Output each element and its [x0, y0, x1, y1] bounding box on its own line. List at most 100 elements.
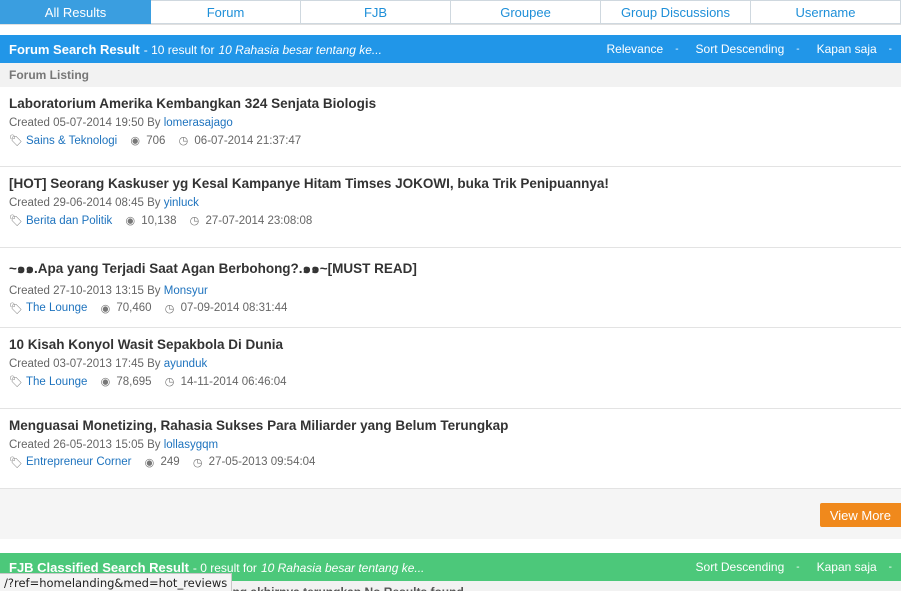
views-value: 249 — [160, 456, 180, 468]
clock-icon: ◷ — [189, 215, 200, 227]
forum-listing-label: Forum Listing — [0, 63, 901, 87]
clock-icon: ◷ — [178, 135, 189, 147]
tab-groupee[interactable]: Groupee — [451, 0, 601, 24]
tag-icon: 🏷︎ — [9, 456, 23, 469]
author-link[interactable]: yinluck — [164, 197, 199, 209]
thread-created: Created 26-05-2013 15:05 By lollasygqm — [9, 439, 892, 451]
views-count: ◉ 706 — [129, 134, 166, 148]
list-item: Menguasai Monetizing, Rahasia Sukses Par… — [0, 409, 901, 489]
time-filter-dropdown[interactable]: Kapan saja - — [817, 42, 892, 56]
last-post-value: 07-09-2014 08:31:44 — [180, 302, 288, 314]
category-link[interactable]: The Lounge — [26, 376, 87, 388]
sort-order-dropdown[interactable]: Sort Descending - — [696, 42, 800, 56]
eye-icon: ◉ — [100, 302, 111, 315]
view-more-button[interactable]: View More — [819, 503, 901, 527]
clock-icon: ◷ — [192, 456, 203, 469]
thread-created: Created 27-10-2013 13:15 By Monsyur — [9, 285, 892, 297]
category-link[interactable]: Entrepreneur Corner — [26, 456, 131, 468]
tag-icon: 🏷︎ — [9, 302, 23, 315]
last-post-value: 27-07-2014 23:08:08 — [205, 214, 313, 227]
clock-icon: ◷ — [164, 302, 175, 315]
last-post-time: ◷ 06-07-2014 21:37:47 — [177, 134, 302, 148]
last-post-value: 27-05-2013 09:54:04 — [208, 456, 316, 468]
status-bar-url: /?ref=homelanding&med=hot_reviews — [0, 573, 233, 591]
view-more-row: View More — [0, 489, 901, 539]
thread-title-link[interactable]: ~๑๑.Apa yang Terjadi Saat Agan Berbohong… — [9, 257, 892, 279]
category-link[interactable]: The Lounge — [26, 302, 87, 314]
thread-created: Created 05-07-2014 19:50 By lomerasajago — [9, 117, 892, 129]
category-link[interactable]: Sains & Teknologi — [26, 135, 117, 147]
sort-order-label: Sort Descending — [695, 42, 785, 56]
views-value: 10,138 — [141, 214, 177, 227]
thread-title-link[interactable]: [HOT] Seorang Kaskuser yg Kesal Kampanye… — [9, 176, 892, 191]
tag-icon: 🏷︎ — [9, 135, 23, 147]
thread-title-link[interactable]: 10 Kisah Konyol Wasit Sepakbola Di Dunia — [9, 337, 892, 352]
search-tabs: All Results Forum FJB Groupee Group Disc… — [0, 0, 901, 25]
thread-title-link[interactable]: Menguasai Monetizing, Rahasia Sukses Par… — [9, 418, 892, 433]
forum-result-title: Forum Search Result — [9, 41, 140, 57]
author-link[interactable]: lomerasajago — [164, 117, 233, 129]
caret-down-icon: - — [796, 43, 800, 55]
sort-relevance-dropdown[interactable]: Relevance - — [607, 42, 679, 56]
last-post-value: 06-07-2014 21:37:47 — [194, 134, 302, 147]
views-value: 70,460 — [116, 302, 152, 314]
fjb-sort-order-label: Sort Descending — [695, 560, 785, 574]
eye-icon: ◉ — [144, 456, 155, 469]
created-text: Created 03-07-2013 17:45 By — [9, 358, 161, 370]
created-text: Created 27-10-2013 13:15 By — [9, 284, 161, 297]
thread-meta: 🏷︎ Entrepreneur Corner ◉ 249 ◷ 27-05-2013 … — [9, 456, 892, 469]
clock-icon: ◷ — [164, 376, 175, 388]
list-item: ~๑๑.Apa yang Terjadi Saat Agan Berbohong… — [0, 248, 901, 328]
tab-all-results[interactable]: All Results — [0, 0, 151, 24]
views-value: 78,695 — [116, 375, 152, 388]
caret-down-icon: - — [888, 43, 892, 55]
fjb-result-query: 10 Rahasia besar tentang ke... — [260, 560, 425, 575]
views-value: 706 — [146, 134, 166, 147]
thread-meta: 🏷︎ Sains & Teknologi ◉ 706 ◷ 06-07-2014 21… — [9, 134, 892, 148]
author-link[interactable]: Monsyur — [164, 285, 208, 297]
views-count: ◉ 78,695 — [99, 375, 152, 389]
forum-result-query: 10 Rahasia besar tentang ke... — [218, 42, 382, 57]
eye-icon: ◉ — [100, 376, 111, 388]
last-post-time: ◷ 27-07-2014 23:08:08 — [188, 214, 313, 228]
caret-down-icon: - — [675, 43, 679, 55]
list-item: Laboratorium Amerika Kembangkan 324 Senj… — [0, 87, 901, 167]
tab-forum[interactable]: Forum — [151, 0, 301, 24]
last-post-time: ◷ 07-09-2014 08:31:44 — [164, 302, 288, 315]
sort-relevance-label: Relevance — [606, 42, 664, 56]
eye-icon: ◉ — [125, 215, 136, 227]
thread-meta: 🏷︎ The Lounge ◉ 78,695 ◷ 14-11-2014 06:46:… — [9, 375, 892, 389]
tag-icon: 🏷︎ — [9, 215, 23, 227]
thread-title-link[interactable]: Laboratorium Amerika Kembangkan 324 Senj… — [9, 96, 892, 111]
thread-created: Created 29-06-2014 08:45 By yinluck — [9, 197, 892, 209]
views-count: ◉ 70,460 — [99, 302, 152, 315]
list-item: [HOT] Seorang Kaskuser yg Kesal Kampanye… — [0, 167, 901, 248]
caret-down-icon: - — [888, 561, 892, 573]
forum-results-list: Laboratorium Amerika Kembangkan 324 Senj… — [0, 87, 901, 489]
tab-fjb[interactable]: FJB — [301, 0, 451, 24]
created-text: Created 29-06-2014 08:45 By — [9, 197, 161, 209]
author-link[interactable]: ayunduk — [164, 358, 207, 370]
created-text: Created 26-05-2013 15:05 By — [9, 438, 161, 451]
fjb-time-filter-dropdown[interactable]: Kapan saja - — [817, 560, 892, 574]
caret-down-icon: - — [796, 561, 800, 573]
fjb-sort-order-dropdown[interactable]: Sort Descending - — [696, 560, 800, 574]
thread-meta: 🏷︎ Berita dan Politik ◉ 10,138 ◷ 27-07-201… — [9, 214, 892, 228]
last-post-value: 14-11-2014 06:46:04 — [180, 375, 287, 388]
last-post-time: ◷ 14-11-2014 06:46:04 — [164, 375, 287, 389]
fjb-time-filter-label: Kapan saja — [816, 560, 877, 574]
forum-result-count: - 10 result for — [143, 42, 215, 57]
list-item: 10 Kisah Konyol Wasit Sepakbola Di Dunia… — [0, 328, 901, 409]
views-count: ◉ 249 — [143, 456, 180, 469]
time-filter-label: Kapan saja — [816, 42, 877, 56]
author-link[interactable]: lollasygqm — [164, 439, 218, 451]
tag-icon: 🏷︎ — [9, 376, 23, 388]
forum-result-header: Forum Search Result - 10 result for 10 R… — [0, 35, 901, 63]
views-count: ◉ 10,138 — [124, 214, 177, 228]
eye-icon: ◉ — [130, 135, 141, 147]
last-post-time: ◷ 27-05-2013 09:54:04 — [192, 456, 316, 469]
category-link[interactable]: Berita dan Politik — [26, 215, 112, 227]
tab-username[interactable]: Username — [751, 0, 901, 24]
thread-created: Created 03-07-2013 17:45 By ayunduk — [9, 358, 892, 370]
tab-group-discussions[interactable]: Group Discussions — [601, 0, 751, 24]
